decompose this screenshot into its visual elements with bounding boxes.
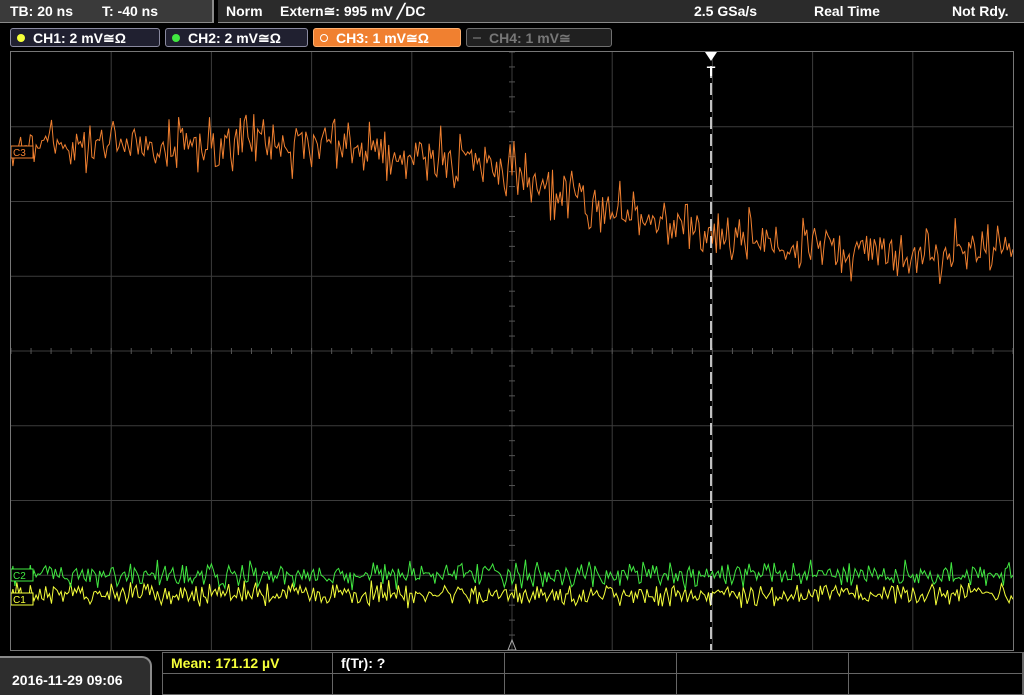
waveform-display[interactable]: T C3 C2 C1 [10,51,1014,651]
mean-measurement: Mean: 171.12 µV [171,655,280,671]
sample-rate-label: 2.5 GSa/s [694,3,758,19]
channel-3-dot-icon [320,34,328,42]
timebase-label: TB: 20 ns [10,3,74,19]
channel-2-dot-icon [172,34,180,42]
channel-1-label: CH1: 2 mV≅Ω [33,30,126,46]
channel-4-button[interactable]: CH4: 1 mV≅ [466,28,612,47]
channel-3-button[interactable]: CH3: 1 mV≅Ω [313,28,461,47]
trigger-time-label: T: -40 ns [102,3,159,19]
channel-2-label: CH2: 2 mV≅Ω [188,30,281,46]
ftr-measurement: f(Tr): ? [341,655,386,671]
channel-1-button[interactable]: CH1: 2 mV≅Ω [10,28,160,47]
meas-cell-10 [849,674,1023,695]
meas-cell-8 [505,674,677,695]
status-label: Not Rdy. [952,3,1009,19]
datetime-box: 2016-11-29 09:06 [0,656,152,695]
measurement-panel[interactable]: Mean: 171.12 µV f(Tr): ? [162,652,1024,695]
datetime-label: 2016-11-29 09:06 [12,672,123,688]
footer: 2016-11-29 09:06 Mean: 171.12 µV f(Tr): … [0,652,1024,695]
ch2-marker-label: C2 [13,571,26,582]
timebase-box[interactable]: TB: 20 ns T: -40 ns [0,0,214,23]
meas-cell-4 [677,653,849,674]
trigger-arrow-icon [705,52,717,61]
channel-4-dash-icon [473,37,481,39]
trigger-box[interactable]: Norm Extern≅: 995 mV ╱DC 2.5 GSa/s Real … [218,0,1024,23]
ch1-marker-label: C1 [13,595,26,606]
channel-2-button[interactable]: CH2: 2 mV≅Ω [165,28,308,47]
waveform-svg: T C3 C2 C1 [11,52,1013,650]
meas-cell-9 [677,674,849,695]
trigger-marker-label: T [707,63,716,79]
channel-4-label: CH4: 1 mV≅ [489,30,571,46]
meas-cell-6 [163,674,333,695]
channel-1-dot-icon [17,34,25,42]
channel-3-label: CH3: 1 mV≅Ω [336,30,429,46]
meas-cell-5 [849,653,1023,674]
acq-mode-label: Real Time [814,3,880,19]
channel-bar: CH1: 2 mV≅Ω CH2: 2 mV≅Ω CH3: 1 mV≅Ω CH4:… [0,25,1024,49]
trigger-source-label: Extern≅: 995 mV ╱DC [280,3,426,19]
status-bar: TB: 20 ns T: -40 ns Norm Extern≅: 995 mV… [0,0,1024,24]
trigger-mode-label: Norm [226,3,263,19]
ch3-marker-label: C3 [13,148,26,159]
meas-cell-3 [505,653,677,674]
meas-cell-7 [333,674,505,695]
